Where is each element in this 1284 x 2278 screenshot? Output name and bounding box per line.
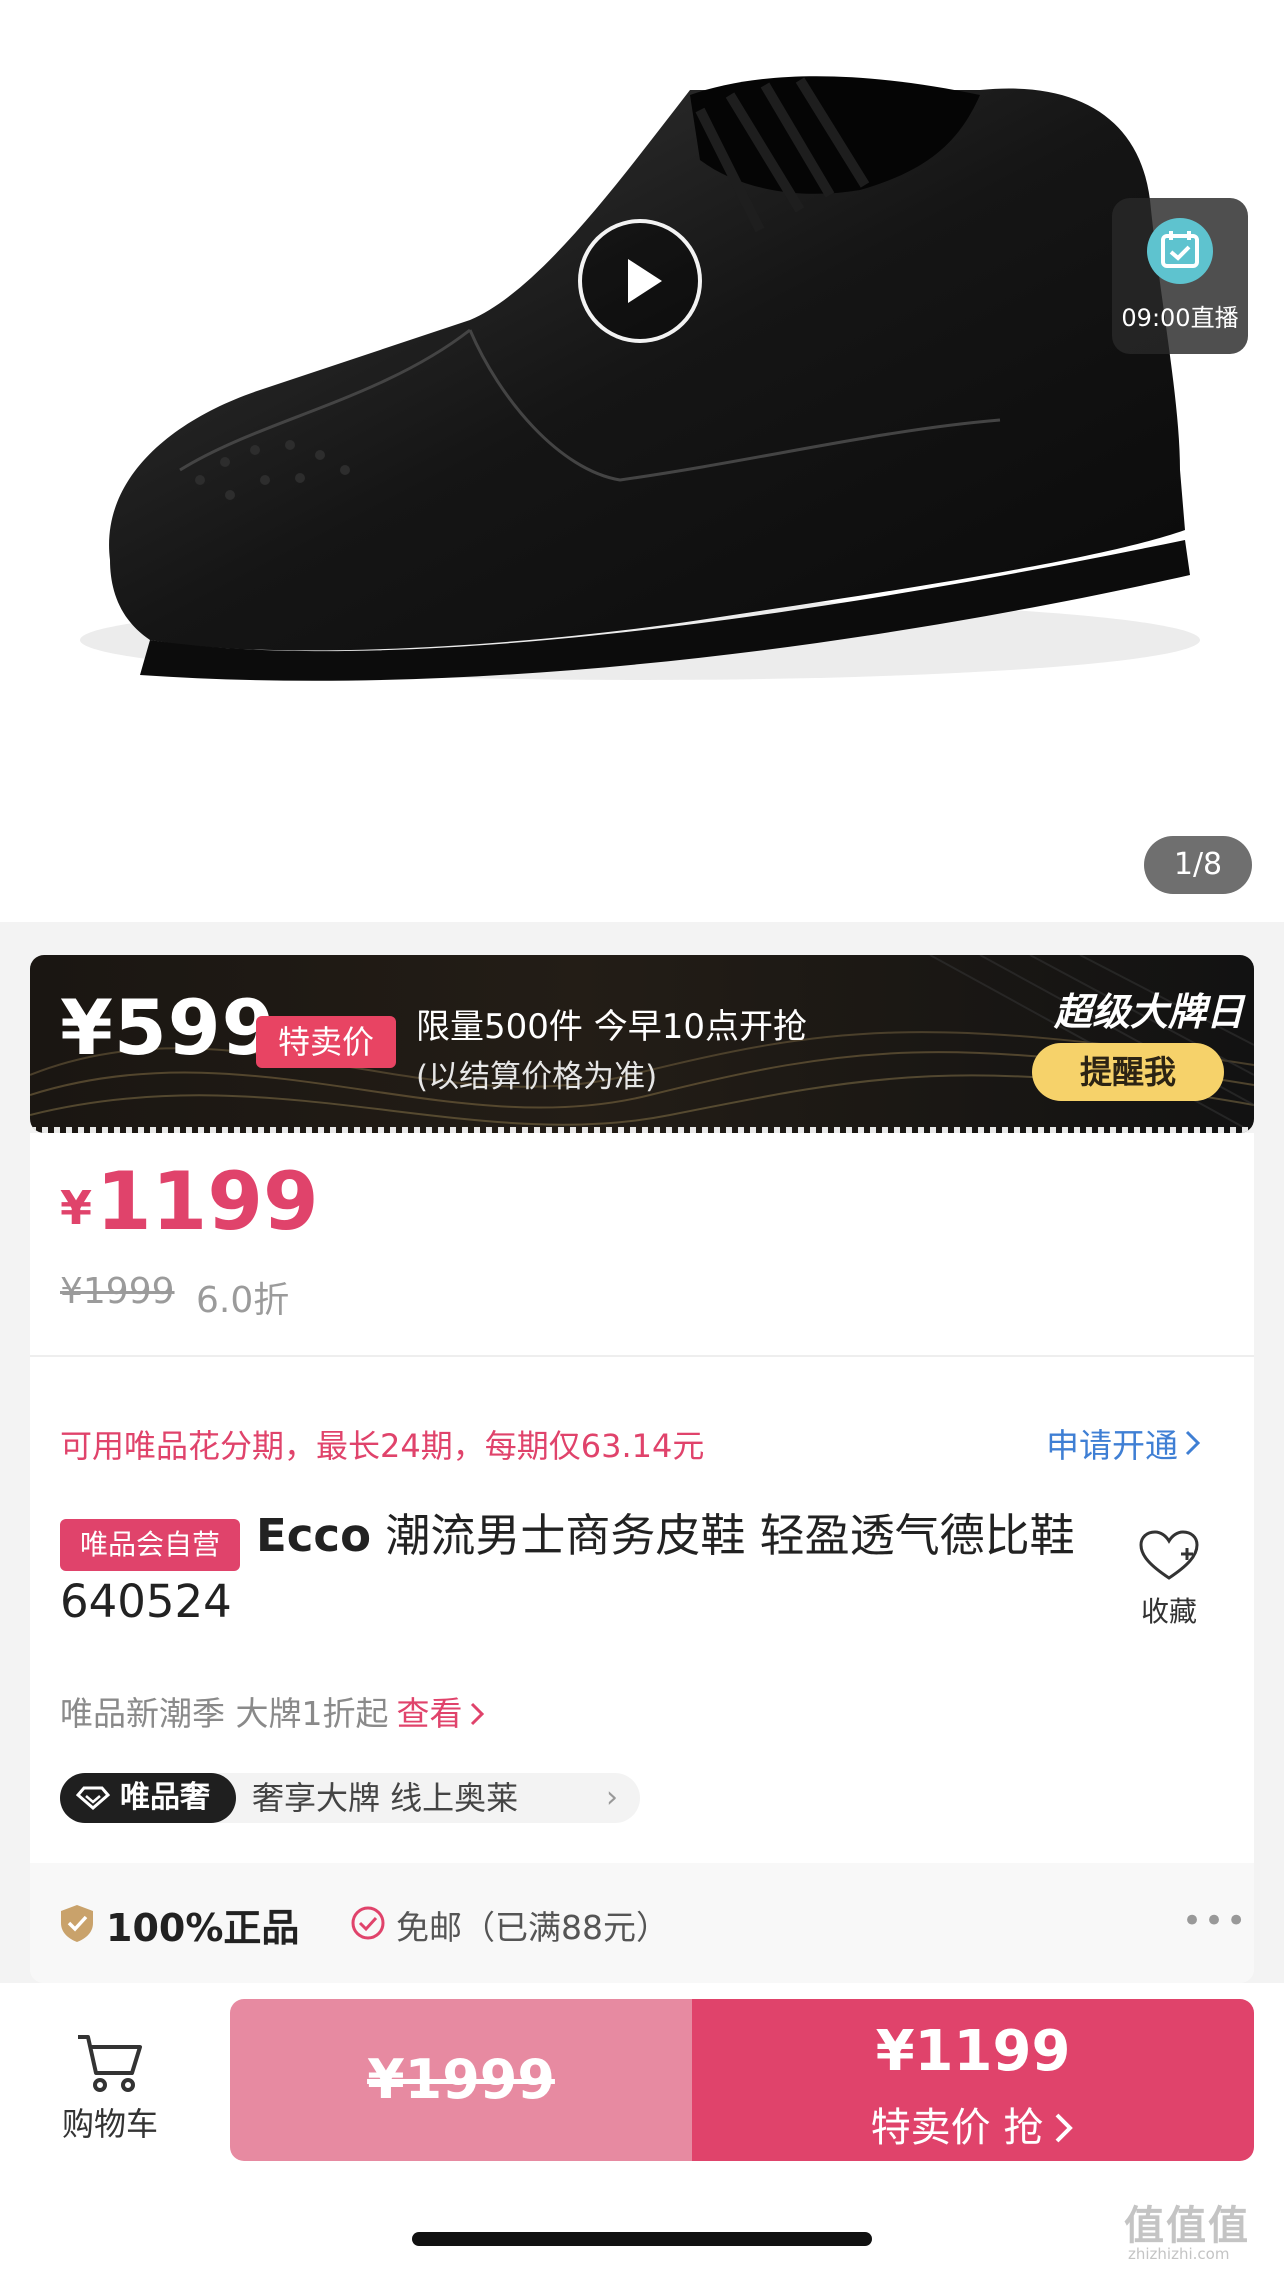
price-currency: ¥: [60, 1181, 93, 1235]
cart-button[interactable]: 购物车: [50, 2031, 170, 2145]
calendar-check-icon: [1147, 218, 1213, 284]
self-operated-tag: 唯品会自营: [60, 1519, 240, 1571]
flash-sale-price: ¥599: [60, 983, 276, 1072]
discount-rate: 6.0折: [196, 1280, 290, 1321]
more-icon[interactable]: •••: [1182, 1901, 1248, 1941]
heart-plus-icon: [1139, 1530, 1199, 1580]
remind-me-button[interactable]: 提醒我: [1032, 1043, 1224, 1101]
favorite-label: 收藏: [1140, 1595, 1197, 1628]
check-circle-icon: [351, 1906, 385, 1940]
new-season-text: 唯品新潮季 大牌1折起: [60, 1694, 389, 1733]
product-brand: Ecco: [256, 1509, 372, 1562]
home-indicator: [412, 2232, 872, 2246]
luxury-badge-label: 唯品奢: [120, 1780, 210, 1815]
live-broadcast-badge[interactable]: 09:00直播: [1112, 198, 1248, 354]
product-gallery[interactable]: 09:00直播 1/8: [0, 0, 1284, 922]
cart-label: 购物车: [61, 2105, 158, 2143]
play-video-button[interactable]: [578, 219, 702, 343]
apply-installment-link[interactable]: 申请开通: [1046, 1419, 1202, 1467]
chevron-right-icon: [470, 1702, 484, 1726]
genuine-guarantee: 100%正品: [106, 1906, 300, 1950]
original-price-button[interactable]: ¥1999: [230, 1999, 692, 2161]
diamond-icon: [76, 1786, 110, 1810]
apply-label: 申请开通: [1046, 1426, 1178, 1465]
flash-sale-note: (以结算价格为准): [416, 1059, 658, 1095]
view-link[interactable]: 查看: [397, 1694, 463, 1733]
cart-icon: [78, 2035, 142, 2092]
product-info-card: ¥ 1199 ¥1999 6.0折 可用唯品花分期，最长24期，每期仅63.14…: [30, 1133, 1254, 1983]
shield-icon: [61, 1905, 93, 1942]
buy-now-button[interactable]: ¥1199 特卖价 抢: [692, 1999, 1254, 2161]
shoe-image: [80, 76, 1200, 681]
flash-sale-tag: 特卖价: [256, 1016, 396, 1068]
service-guarantee-bar[interactable]: 100%正品 免邮（已满88元） •••: [30, 1863, 1254, 1983]
favorite-button[interactable]: 收藏: [1134, 1528, 1204, 1630]
bottom-action-bar: 购物车 ¥1999 ¥1199 特卖价 抢 值值值 zhizhizhi.com: [0, 1983, 1284, 2278]
buy-price: ¥1199: [875, 2019, 1071, 2084]
luxury-text: 奢享大牌 线上奥莱: [252, 1779, 519, 1817]
chevron-right-icon: ›: [606, 1780, 618, 1815]
play-icon: [628, 259, 662, 303]
watermark-url: zhizhizhi.com: [1128, 2245, 1230, 2263]
chevron-right-icon: [1185, 1430, 1201, 1456]
current-price: 1199: [96, 1155, 319, 1248]
buy-label: 特卖价 抢: [692, 2095, 1254, 2153]
watermark: 值值值: [1124, 2203, 1250, 2249]
live-time: 09:00直播: [1121, 304, 1239, 332]
image-pager: 1/8: [1144, 836, 1252, 894]
new-season-promo[interactable]: 唯品新潮季 大牌1折起 查看: [60, 1687, 487, 1735]
luxury-badge: 唯品奢: [60, 1773, 236, 1823]
flash-sale-limit: 限量500件 今早10点开抢: [416, 1007, 807, 1047]
free-shipping-info: 免邮（已满88元）: [396, 1908, 669, 1947]
flash-sale-banner: ¥599 特卖价 限量500件 今早10点开抢 (以结算价格为准) 超级大牌日 …: [30, 955, 1254, 1133]
luxury-outlet-link[interactable]: 唯品奢 奢享大牌 线上奥莱 ›: [60, 1773, 640, 1823]
installment-info: 可用唯品花分期，最长24期，每期仅63.14元: [60, 1427, 705, 1465]
original-price: ¥1999: [60, 1271, 175, 1312]
event-title: 超级大牌日: [1054, 990, 1245, 1034]
divider: [30, 1355, 1254, 1357]
chevron-right-icon: [1055, 2113, 1074, 2143]
